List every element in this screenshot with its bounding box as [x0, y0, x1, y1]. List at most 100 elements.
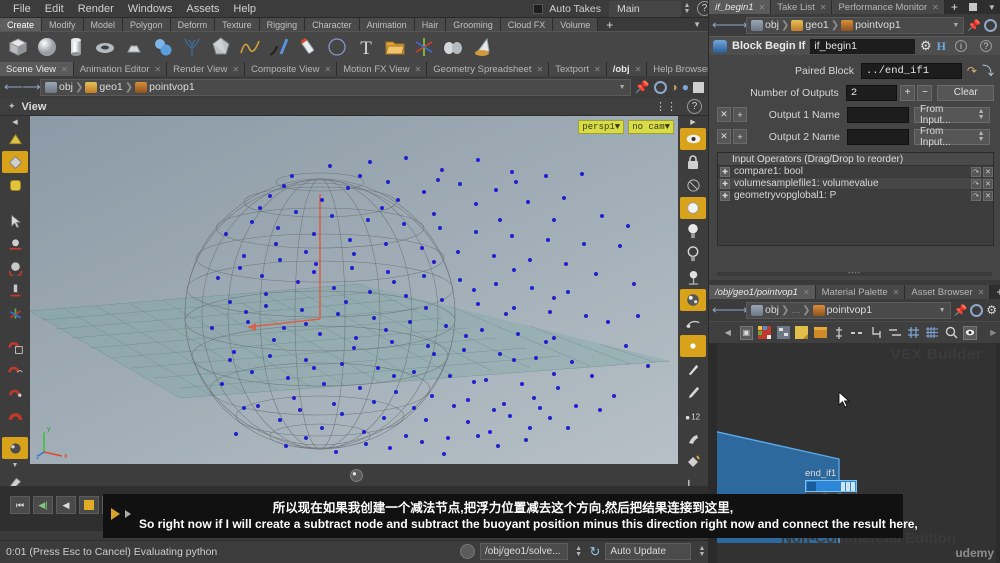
viewport-layout-icon[interactable] [693, 81, 704, 93]
box-icon[interactable] [6, 35, 30, 59]
snap-prim-icon[interactable] [2, 359, 28, 381]
info-icon[interactable]: i [955, 40, 967, 52]
box-icon[interactable] [813, 326, 828, 340]
update-mode-spinner[interactable]: ▲ ▼ [696, 544, 708, 560]
close-icon[interactable]: ✕ [803, 288, 810, 297]
close-icon[interactable]: ✕ [61, 65, 68, 74]
close-icon[interactable]: ✕ [232, 65, 239, 74]
pin-icon[interactable]: 📌 [635, 80, 650, 94]
viewport-render-icon[interactable]: ◑ [671, 80, 678, 94]
network-breadcrumb-obj[interactable]: obj [765, 304, 779, 316]
output-1-source-spinner[interactable]: ▲ ▼ [975, 107, 987, 123]
subtitle-play-icon[interactable] [111, 508, 120, 520]
input-operator-jump-icon[interactable]: ↷ [971, 166, 981, 177]
output-2-source-spinner[interactable]: ▲ ▼ [975, 129, 987, 145]
pane-tab-geometry-spreadsheet[interactable]: Geometry Spreadsheet ✕ [427, 62, 550, 76]
viewport-options-icon[interactable]: ⋮⋮ [655, 100, 677, 113]
node-header-end-if1[interactable] [805, 480, 857, 492]
operator-name-field[interactable]: if_begin1 [810, 38, 915, 54]
headlight-icon[interactable] [680, 243, 706, 265]
view-menu-icon[interactable]: ✦ [8, 101, 16, 112]
close-icon[interactable]: ✕ [415, 65, 422, 74]
material-dropdown-icon[interactable]: ▼ [2, 460, 28, 470]
network-path-field[interactable]: obj ❯ ... ❯ pointvop1 ▼ [746, 301, 951, 319]
node-output-flag-icon[interactable] [851, 481, 855, 491]
outputs-decrement-button[interactable]: − [917, 84, 933, 101]
paint-bucket-icon[interactable] [680, 450, 706, 472]
input-operator-remove-icon[interactable]: ✕ [983, 166, 993, 177]
viewport-expand-icon[interactable]: ▶ [680, 117, 706, 127]
network-tab-asset-browser[interactable]: Asset Browser ✕ [905, 285, 991, 299]
paint-hand-icon[interactable] [680, 427, 706, 449]
12-icon[interactable]: 12 [680, 404, 706, 426]
param-field-number-of-outputs[interactable]: 2 [845, 84, 897, 101]
close-icon[interactable]: ✕ [594, 65, 601, 74]
skip-to-start-icon[interactable]: ⏮ [10, 496, 30, 514]
input-operator-jump-icon[interactable]: ↷ [971, 178, 981, 189]
arrow-left-icon[interactable]: ⟵ [4, 79, 23, 95]
tube-icon[interactable] [64, 35, 88, 59]
param-menu-chevron-icon[interactable]: ▼ [981, 0, 1000, 14]
shelf-tab-grooming[interactable]: Grooming [446, 18, 501, 31]
input-operator-remove-icon[interactable]: ✕ [983, 178, 993, 189]
cook-path-spinner[interactable]: ▲ ▼ [573, 544, 585, 560]
align-icon[interactable] [832, 326, 846, 340]
target-icon[interactable] [970, 303, 984, 317]
drag-handle-icon[interactable]: ✚ [720, 166, 730, 177]
output-2-remove-button[interactable]: ✕ [717, 129, 731, 144]
sphere-icon[interactable] [35, 35, 59, 59]
menu-item-assets[interactable]: Assets [179, 0, 226, 18]
output-2-add-button[interactable]: + [733, 129, 747, 144]
shelf-tab-hair[interactable]: Hair [414, 18, 447, 31]
stop-icon[interactable] [79, 496, 99, 514]
shelf-tab-rigging[interactable]: Rigging [259, 18, 306, 31]
drag-handle-icon[interactable]: ✚ [720, 190, 730, 201]
shelf-add-tab-button[interactable]: + [598, 18, 622, 32]
input-operator-row[interactable]: ✚ compare1: bool ↷ ✕ [718, 166, 993, 178]
step-back-icon[interactable]: ◀| [33, 496, 53, 514]
shelf-tab-animation[interactable]: Animation [359, 18, 415, 31]
play-reverse-icon[interactable]: ◀ [56, 496, 76, 514]
target-icon[interactable] [984, 18, 997, 32]
auto-takes-toggle[interactable]: Auto Takes [533, 3, 601, 15]
visibility-icon[interactable] [680, 128, 706, 150]
breadcrumb-obj[interactable]: obj [59, 81, 73, 93]
select-tool-icon[interactable] [2, 210, 28, 232]
menu-item-file[interactable]: File [6, 0, 38, 18]
help-icon[interactable]: ? [980, 40, 992, 52]
close-icon[interactable]: ✕ [325, 65, 332, 74]
snap-point-icon[interactable] [2, 382, 28, 404]
input-operator-row[interactable]: ✚ geometryvopglobal1: P ↷ ✕ [718, 190, 993, 202]
viewport-light-icon[interactable]: ● [682, 80, 689, 94]
lock-icon[interactable] [680, 151, 706, 173]
snap-grid-icon[interactable] [2, 336, 28, 358]
param-breadcrumb-obj[interactable]: obj [765, 19, 779, 31]
menu-item-windows[interactable]: Windows [121, 0, 180, 18]
output-1-add-button[interactable]: + [733, 107, 747, 122]
viewport-help-icon[interactable]: ? [687, 99, 702, 114]
line-icon[interactable] [267, 35, 291, 59]
handle-tool-icon[interactable] [2, 233, 28, 255]
wire-icon[interactable] [680, 312, 706, 334]
cook-indicator-icon[interactable] [460, 544, 475, 559]
network-scroll-right-icon[interactable]: ▶ [987, 326, 1000, 340]
close-icon[interactable]: ✕ [932, 3, 939, 12]
output-1-remove-button[interactable]: ✕ [717, 107, 731, 122]
paired-block-pick-icon[interactable]: ⤵ [982, 62, 994, 79]
branch-icon[interactable] [869, 326, 883, 340]
pane-splitter[interactable]: •••• [848, 271, 860, 277]
output-1-source-menu[interactable]: From Input... ▲ ▼ [914, 104, 990, 126]
pin-icon[interactable]: 📌 [954, 304, 968, 317]
arrow-left-icon[interactable]: ⟵ [712, 302, 731, 318]
drag-handle-icon[interactable]: ✚ [720, 178, 730, 189]
network-add-tab-button[interactable]: + [990, 285, 1000, 299]
viewport-collapse-icon[interactable]: ◀ [2, 117, 28, 127]
grid-small-icon[interactable] [907, 326, 921, 340]
param-tab-take-list[interactable]: Take List ✕ [771, 0, 833, 14]
network-tab-pointvop1[interactable]: /obj/geo1/pointvop1 ✕ [709, 285, 816, 299]
cone-icon[interactable] [470, 35, 494, 59]
param-field-output-1-name[interactable] [847, 106, 909, 123]
bulb-icon[interactable] [680, 220, 706, 242]
layout-icon[interactable] [776, 326, 791, 340]
network-tab-material-palette[interactable]: Material Palette ✕ [815, 285, 906, 299]
